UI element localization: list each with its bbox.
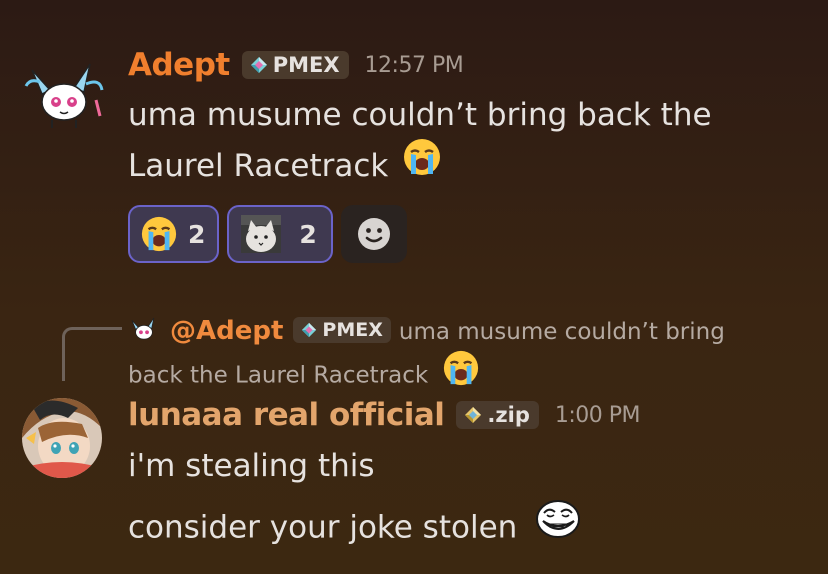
message-content: uma musume couldn’t bring back the Laure… xyxy=(128,91,712,195)
troll-face-emoji-icon[interactable] xyxy=(535,499,581,553)
timestamp[interactable]: 1:00 PM xyxy=(555,403,641,428)
message-line: Laurel Racetrack xyxy=(128,148,389,184)
reply-mention[interactable]: @Adept xyxy=(170,316,283,346)
timestamp[interactable]: 12:57 PM xyxy=(365,53,464,78)
reply-preview-text: uma musume couldn’t bring xyxy=(398,319,725,345)
message-line-with-emoji: consider your joke stolen xyxy=(128,499,581,556)
diamond-icon xyxy=(465,407,482,423)
reply-preview-text: back the Laurel Racetrack xyxy=(128,362,429,389)
guild-tag[interactable]: .zip xyxy=(456,401,539,429)
cat-photo-emoji-icon xyxy=(241,215,282,253)
add-reaction-button[interactable] xyxy=(340,205,407,263)
reply-avatar xyxy=(128,314,160,346)
username[interactable]: lunaaa real official xyxy=(128,397,445,433)
guild-tag-label: PMEX xyxy=(322,318,383,341)
message-content: i'm stealing this consider your joke sto… xyxy=(128,442,581,556)
guild-tag-label: .zip xyxy=(487,403,530,427)
message-header: lunaaa real official .zip 1:00 PM xyxy=(128,397,641,433)
reactions-bar: 2 2 xyxy=(128,205,407,263)
reaction-cat[interactable]: 2 xyxy=(227,205,333,263)
reaction-loudly-crying[interactable]: 2 xyxy=(128,205,220,263)
loudly-crying-emoji-icon xyxy=(442,349,480,399)
avatar[interactable] xyxy=(22,60,106,132)
anime-avatar-icon xyxy=(22,398,102,478)
username[interactable]: Adept xyxy=(128,47,230,83)
message-line: consider your joke stolen xyxy=(128,509,518,546)
guild-tag-label: PMEX xyxy=(272,53,340,77)
smiley-icon xyxy=(357,218,390,250)
avatar[interactable] xyxy=(22,398,102,478)
reply-preview[interactable]: @Adept PMEX uma musume couldn’t bring ba… xyxy=(128,312,768,401)
message-line-with-emoji: Laurel Racetrack xyxy=(128,137,712,195)
message-header: Adept PMEX 12:57 PM xyxy=(128,47,464,83)
guild-tag[interactable]: PMEX xyxy=(241,51,349,79)
diamond-icon xyxy=(302,322,317,337)
message-line: uma musume couldn’t bring back the xyxy=(128,97,712,133)
sylveon-avatar-icon xyxy=(24,63,104,128)
diamond-icon xyxy=(250,57,267,73)
reply-connector xyxy=(62,327,122,381)
guild-tag[interactable]: PMEX xyxy=(293,316,391,343)
reaction-count: 2 xyxy=(188,219,206,249)
reaction-count: 2 xyxy=(299,219,317,249)
loudly-crying-emoji-icon xyxy=(141,216,177,252)
loudly-crying-emoji-icon[interactable] xyxy=(402,137,442,192)
message-line: i'm stealing this xyxy=(128,448,375,484)
sylveon-avatar-icon xyxy=(131,317,155,340)
